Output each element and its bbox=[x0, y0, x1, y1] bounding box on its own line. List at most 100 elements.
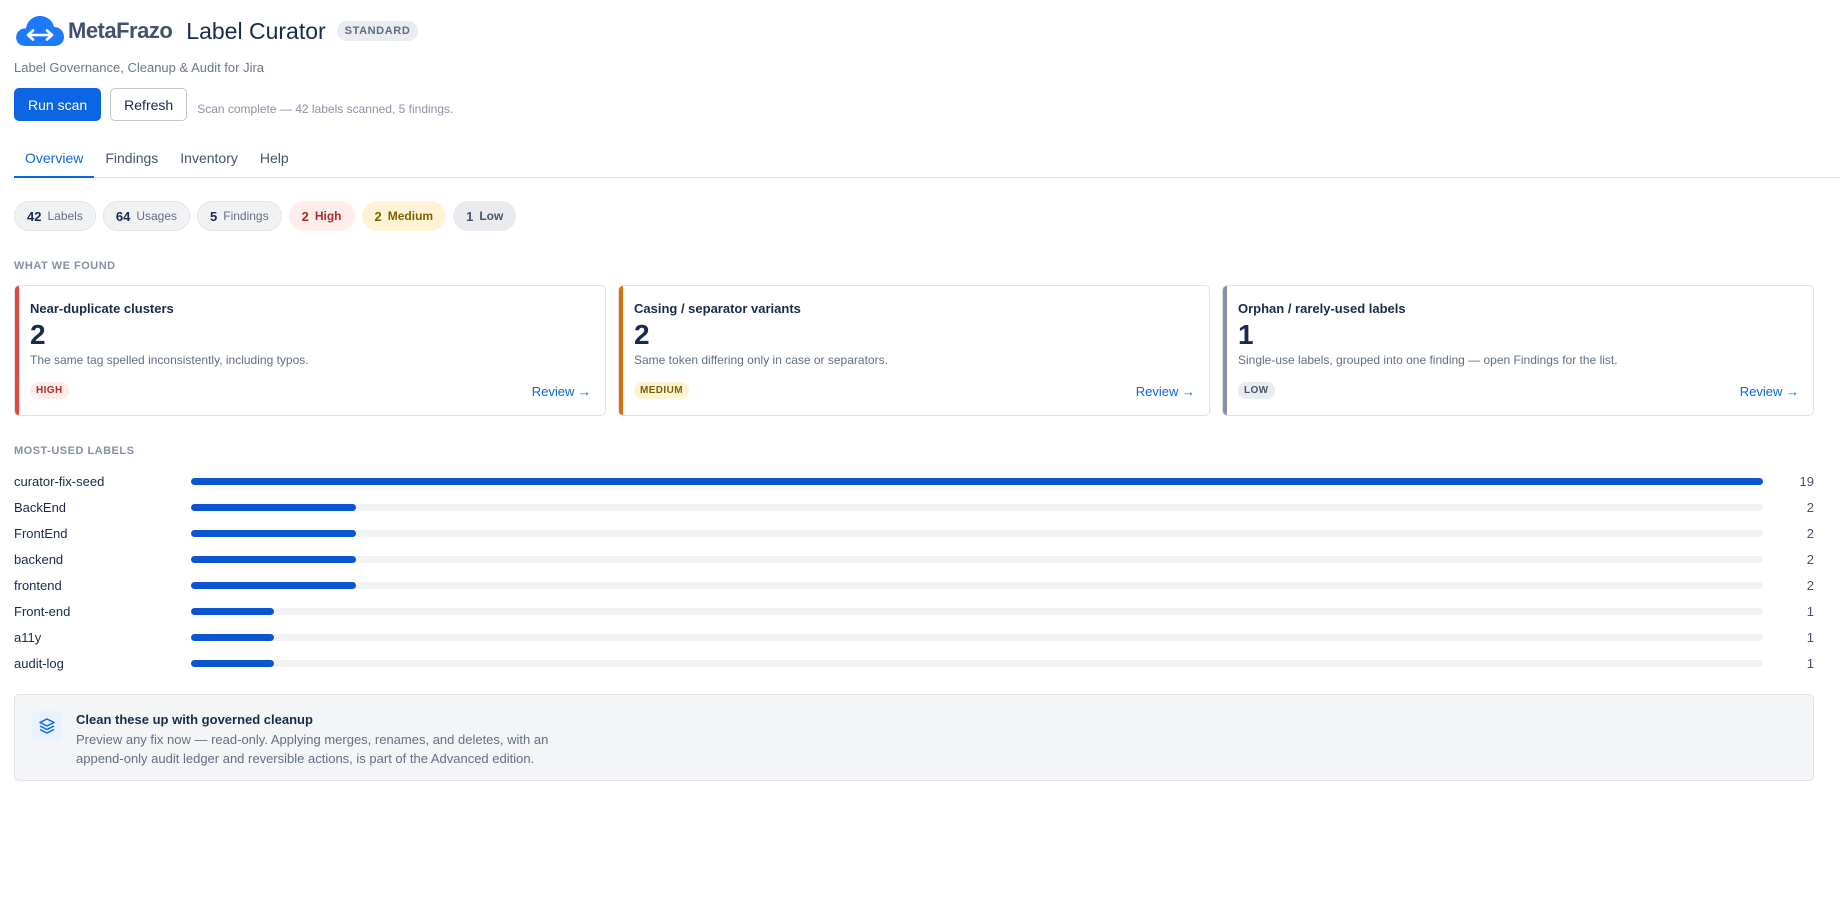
usage-bar-fill bbox=[191, 659, 274, 667]
banner-text: Preview any fix now — read-only. Applyin… bbox=[76, 732, 549, 766]
brand-row: MetaFrazo Label Curator STANDARD bbox=[14, 12, 1826, 50]
usage-bar-fill bbox=[191, 607, 274, 615]
usage-count: 2 bbox=[1806, 577, 1814, 593]
label-usage-row: a11y 1 bbox=[14, 624, 1814, 650]
review-link[interactable]: Review → bbox=[532, 384, 591, 399]
findings-cards: Near-duplicate clusters 2 The same tag s… bbox=[14, 285, 1814, 416]
stat-label: Usages bbox=[136, 209, 177, 223]
usage-bar-track bbox=[191, 555, 1763, 563]
severity-badge: MEDIUM bbox=[634, 382, 689, 399]
stat-value: 1 bbox=[466, 208, 474, 224]
severity-badge: LOW bbox=[1238, 382, 1275, 399]
edition-badge: STANDARD bbox=[336, 21, 419, 41]
usage-bar-track bbox=[191, 529, 1763, 537]
cloud-arrows-icon bbox=[16, 16, 65, 46]
usage-count: 19 bbox=[1799, 473, 1814, 489]
label-name: curator-fix-seed bbox=[14, 473, 105, 489]
finding-title: Near-duplicate clusters bbox=[30, 301, 174, 316]
label-name: frontend bbox=[14, 577, 62, 593]
summary-stats: 42 Labels 64 Usages 5 Findings 2 High 2 Mediu… bbox=[14, 201, 517, 231]
usage-count: 2 bbox=[1806, 551, 1814, 567]
severity-badge: HIGH bbox=[30, 382, 69, 399]
usage-bar-fill bbox=[191, 477, 1763, 485]
review-link[interactable]: Review → bbox=[1740, 384, 1799, 399]
refresh-button[interactable]: Refresh bbox=[110, 88, 188, 121]
usage-count: 1 bbox=[1806, 655, 1814, 671]
stat-label: Medium bbox=[387, 209, 434, 223]
usage-bar-track bbox=[191, 659, 1763, 667]
tab-bar: Overview Findings Inventory Help bbox=[14, 143, 1840, 178]
run-scan-button[interactable]: Run scan bbox=[14, 88, 102, 121]
label-name: audit-log bbox=[14, 655, 64, 671]
usage-bar-fill bbox=[191, 529, 357, 537]
usage-bar-fill bbox=[191, 503, 357, 511]
page-subtitle: Label Governance, Cleanup & Audit for Ji… bbox=[14, 60, 265, 75]
finding-count: 1 bbox=[1238, 319, 1254, 350]
finding-count: 2 bbox=[634, 319, 650, 350]
finding-description: Same token differing only in case or sep… bbox=[634, 353, 888, 367]
usage-bar-track bbox=[191, 477, 1763, 485]
stat-label: Labels bbox=[47, 209, 83, 223]
usage-count: 2 bbox=[1806, 525, 1814, 541]
brand-logo: MetaFrazo bbox=[14, 13, 173, 49]
label-name: BackEnd bbox=[14, 499, 67, 515]
usage-bar-track bbox=[191, 581, 1763, 589]
usage-count: 2 bbox=[1806, 499, 1814, 515]
banner-title: Clean these up with governed cleanup bbox=[76, 712, 313, 727]
tab-overview[interactable]: Overview bbox=[14, 143, 95, 178]
stat-usages: 64 Usages bbox=[102, 201, 190, 231]
label-usage-row: frontend 2 bbox=[14, 572, 1814, 598]
finding-title: Casing / separator variants bbox=[634, 301, 801, 316]
label-name: a11y bbox=[14, 629, 42, 645]
finding-description: Single-use labels, grouped into one find… bbox=[1238, 353, 1618, 367]
scan-status-text: Scan complete — 42 labels scanned, 5 fin… bbox=[197, 101, 454, 116]
upgrade-banner: Clean these up with governed cleanup Pre… bbox=[14, 694, 1814, 781]
stat-label: High bbox=[314, 209, 342, 223]
usage-bar-fill bbox=[191, 555, 357, 563]
label-usage-row: FrontEnd 2 bbox=[14, 520, 1814, 546]
app-header: MetaFrazo Label Curator STANDARD Label G… bbox=[14, 12, 1826, 121]
usage-bar-fill bbox=[191, 581, 357, 589]
section-heading-found: WHAT WE FOUND bbox=[14, 260, 116, 272]
stat-value: 64 bbox=[115, 208, 131, 224]
label-name: FrontEnd bbox=[14, 525, 68, 541]
finding-count: 2 bbox=[30, 319, 46, 350]
finding-description: The same tag spelled inconsistently, inc… bbox=[30, 353, 309, 367]
tab-help[interactable]: Help bbox=[249, 143, 300, 178]
finding-card-casing-variants: Casing / separator variants 2 Same token… bbox=[618, 285, 1210, 416]
label-usage-row: BackEnd 2 bbox=[14, 494, 1814, 520]
stat-high: 2 High bbox=[288, 201, 355, 231]
section-heading-most-used: MOST-USED LABELS bbox=[14, 445, 135, 457]
label-name: Front-end bbox=[14, 603, 71, 619]
stat-label: Findings bbox=[223, 209, 269, 223]
label-name: backend bbox=[14, 551, 64, 567]
action-row: Run scan Refresh Scan complete — 42 labe… bbox=[14, 88, 1826, 121]
stat-value: 2 bbox=[374, 208, 382, 224]
stat-value: 5 bbox=[210, 208, 218, 224]
review-link[interactable]: Review → bbox=[1136, 384, 1195, 399]
tab-inventory[interactable]: Inventory bbox=[169, 143, 249, 178]
usage-bar-track bbox=[191, 503, 1763, 511]
label-usage-row: backend 2 bbox=[14, 546, 1814, 572]
layers-icon bbox=[32, 711, 62, 741]
label-usage-row: Front-end 1 bbox=[14, 598, 1814, 624]
usage-bar-track bbox=[191, 607, 1763, 615]
brand-name: MetaFrazo bbox=[68, 18, 173, 43]
finding-title: Orphan / rarely-used labels bbox=[1238, 301, 1406, 316]
usage-bar-fill bbox=[191, 633, 274, 641]
page-title: Label Curator bbox=[186, 17, 326, 44]
tab-findings[interactable]: Findings bbox=[94, 143, 169, 178]
stat-findings: 5 Findings bbox=[197, 201, 282, 231]
stat-medium: 2 Medium bbox=[361, 201, 447, 231]
stat-value: 2 bbox=[301, 208, 309, 224]
stat-value: 42 bbox=[27, 208, 42, 224]
stat-low: 1 Low bbox=[453, 201, 517, 231]
layers-icon-glyph bbox=[39, 718, 55, 734]
label-usage-bars: curator-fix-seed 19 BackEnd 2 FrontEnd 2 backe… bbox=[14, 468, 1814, 676]
label-usage-row: curator-fix-seed 19 bbox=[14, 468, 1814, 494]
finding-card-near-duplicates: Near-duplicate clusters 2 The same tag s… bbox=[14, 285, 606, 416]
finding-card-orphan-labels: Orphan / rarely-used labels 1 Single-use… bbox=[1222, 285, 1814, 416]
usage-bar-track bbox=[191, 633, 1763, 641]
usage-count: 1 bbox=[1806, 629, 1814, 645]
stat-label: Low bbox=[479, 209, 504, 223]
